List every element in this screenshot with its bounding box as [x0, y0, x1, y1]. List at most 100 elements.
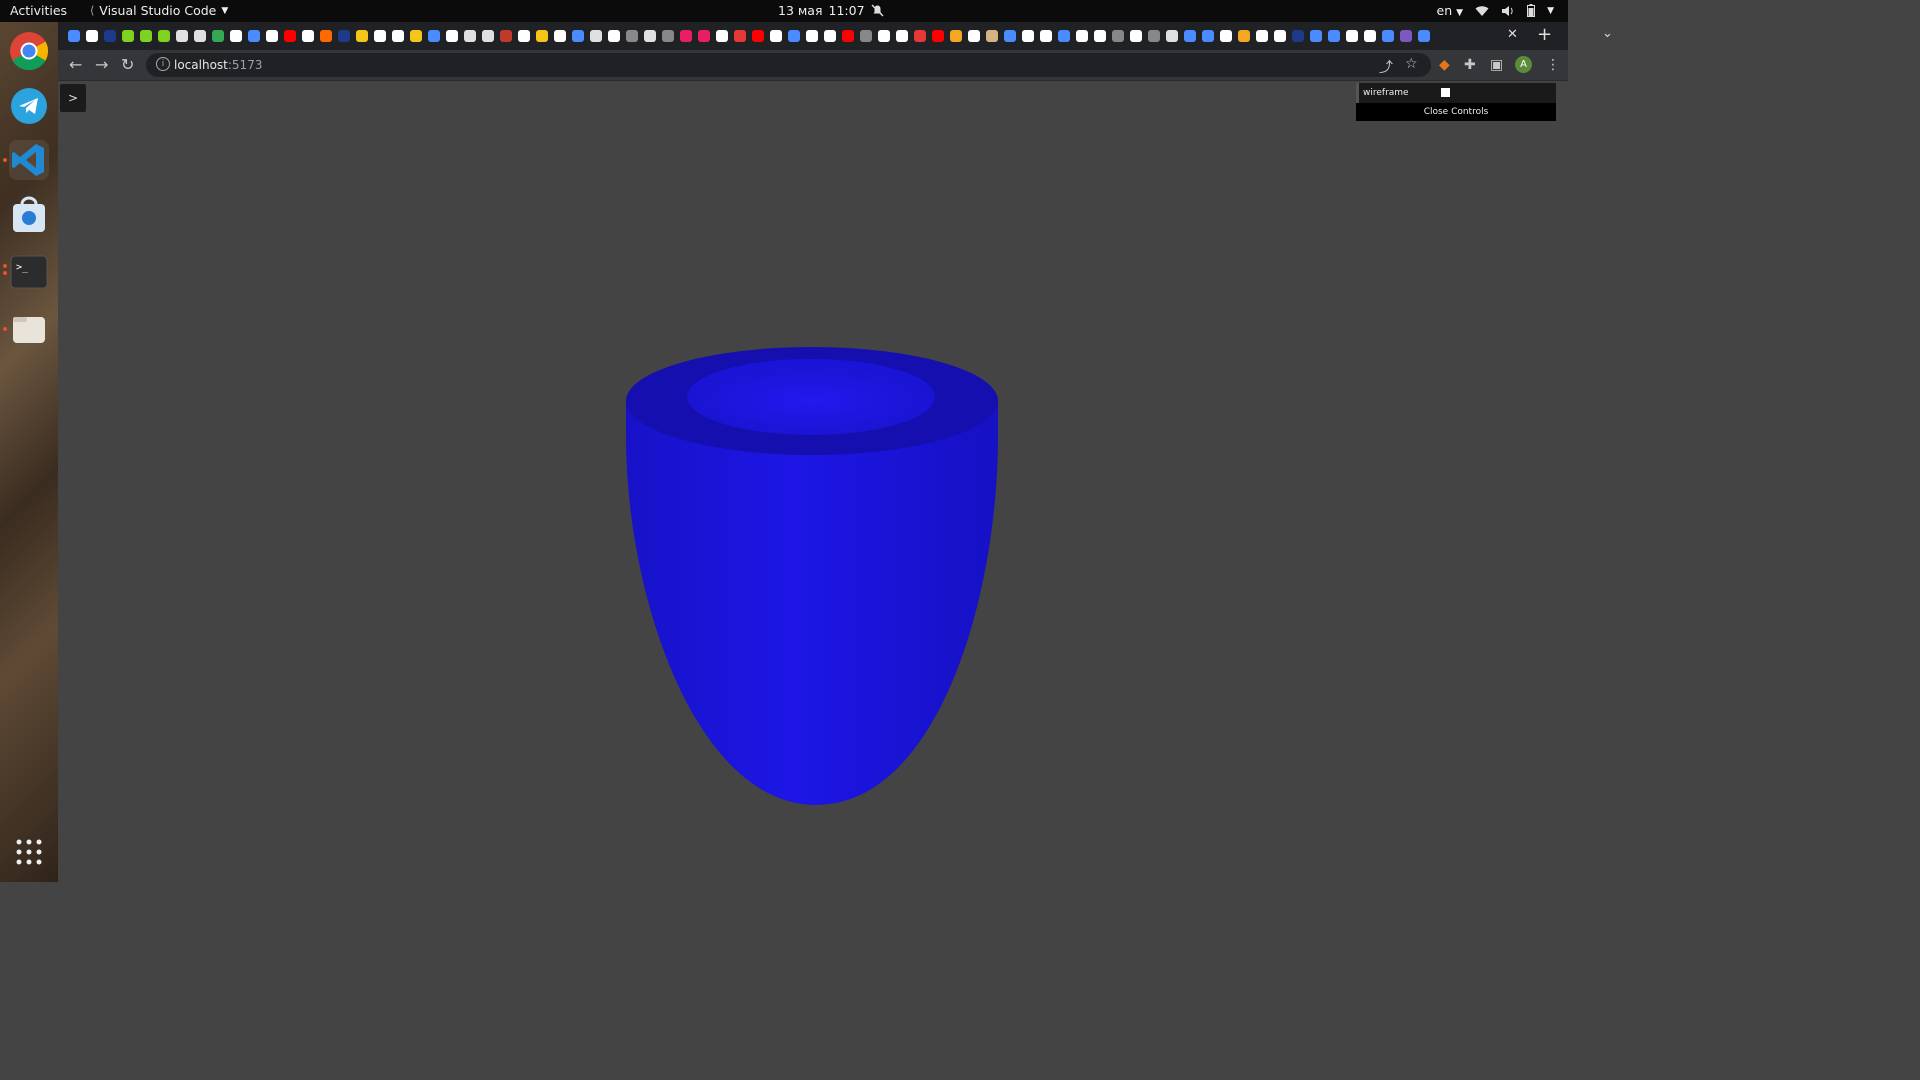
software-store-icon[interactable]	[9, 196, 49, 236]
pinned-tab-favicon[interactable]	[1418, 30, 1430, 42]
pinned-tab-favicon[interactable]	[842, 30, 854, 42]
profile-avatar[interactable]: A	[1515, 56, 1532, 73]
pinned-tab-favicon[interactable]	[392, 30, 404, 42]
pinned-tab-favicon[interactable]	[788, 30, 800, 42]
files-icon[interactable]	[9, 309, 49, 349]
wireframe-checkbox[interactable]	[1441, 88, 1450, 97]
pinned-tab-favicon[interactable]	[1130, 30, 1142, 42]
threejs-canvas[interactable]	[58, 81, 1568, 882]
pinned-tab-favicon[interactable]	[1382, 30, 1394, 42]
pinned-tab-favicon[interactable]	[572, 30, 584, 42]
pinned-tab-favicon[interactable]	[410, 30, 422, 42]
chrome-icon[interactable]	[9, 31, 49, 71]
pinned-tab-favicon[interactable]	[446, 30, 458, 42]
menu-kebab-icon[interactable]: ⋮	[1546, 57, 1560, 73]
pinned-tab-favicon[interactable]	[464, 30, 476, 42]
activities-button[interactable]: Activities	[10, 3, 67, 18]
pinned-tab-favicon[interactable]	[1346, 30, 1358, 42]
pinned-tab-favicon[interactable]	[806, 30, 818, 42]
pinned-tab-favicon[interactable]	[1328, 30, 1340, 42]
pinned-tab-favicon[interactable]	[1040, 30, 1052, 42]
pinned-tab-favicon[interactable]	[1184, 30, 1196, 42]
pinned-tab-favicon[interactable]	[734, 30, 746, 42]
side-panel-icon[interactable]: ▣	[1490, 57, 1503, 73]
pinned-tab-favicon[interactable]	[140, 30, 152, 42]
new-tab-button[interactable]: +	[1537, 24, 1552, 45]
reload-button[interactable]: ↻	[121, 55, 134, 74]
pinned-tab-favicon[interactable]	[590, 30, 602, 42]
pinned-tab-favicon[interactable]	[500, 30, 512, 42]
pinned-tab-favicon[interactable]	[212, 30, 224, 42]
pinned-tab-favicon[interactable]	[158, 30, 170, 42]
pinned-tab-favicon[interactable]	[1202, 30, 1214, 42]
back-button[interactable]: ←	[69, 55, 82, 74]
pinned-tab-favicon[interactable]	[1238, 30, 1250, 42]
pinned-tab-favicon[interactable]	[194, 30, 206, 42]
pinned-tab-favicon[interactable]	[1076, 30, 1088, 42]
pinned-tab-favicon[interactable]	[932, 30, 944, 42]
pinned-tab-favicon[interactable]	[176, 30, 188, 42]
pinned-tab-favicon[interactable]	[104, 30, 116, 42]
pinned-tab-favicon[interactable]	[338, 30, 350, 42]
close-tab-icon[interactable]: ✕	[1507, 27, 1518, 42]
bookmark-star-icon[interactable]: ☆	[1405, 56, 1418, 72]
pinned-tab-favicon[interactable]	[356, 30, 368, 42]
pinned-tab-favicon[interactable]	[1400, 30, 1412, 42]
pinned-tab-favicon[interactable]	[1364, 30, 1376, 42]
pinned-tab-favicon[interactable]	[1310, 30, 1322, 42]
app-grid-icon[interactable]	[9, 832, 49, 872]
pinned-tab-favicon[interactable]	[554, 30, 566, 42]
pinned-tab-favicon[interactable]	[374, 30, 386, 42]
tab-search-chevron-icon[interactable]: ⌄	[1602, 26, 1613, 41]
pinned-tab-favicon[interactable]	[248, 30, 260, 42]
language-indicator[interactable]: en ▼	[1437, 3, 1464, 18]
pinned-tab-favicon[interactable]	[662, 30, 674, 42]
pinned-tab-favicon[interactable]	[1292, 30, 1304, 42]
system-tray[interactable]: en ▼ ▼	[1437, 3, 1554, 18]
pinned-tab-favicon[interactable]	[914, 30, 926, 42]
pinned-tab-favicon[interactable]	[860, 30, 872, 42]
pinned-tab-favicon[interactable]	[1058, 30, 1070, 42]
extensions-icon[interactable]: ✚	[1464, 57, 1476, 73]
pinned-tab-favicon[interactable]	[1022, 30, 1034, 42]
pinned-tab-favicon[interactable]	[1094, 30, 1106, 42]
pinned-tab-favicon[interactable]	[122, 30, 134, 42]
pinned-tab-favicon[interactable]	[1004, 30, 1016, 42]
pinned-tab-favicon[interactable]	[1166, 30, 1178, 42]
pinned-tab-favicon[interactable]	[824, 30, 836, 42]
pinned-tab-favicon[interactable]	[896, 30, 908, 42]
pinned-tab-favicon[interactable]	[230, 30, 242, 42]
pinned-tab-favicon[interactable]	[1274, 30, 1286, 42]
pinned-tab-favicon[interactable]	[644, 30, 656, 42]
site-info-icon[interactable]: i	[156, 57, 170, 71]
pinned-tab-favicon[interactable]	[752, 30, 764, 42]
pinned-tab-favicon[interactable]	[698, 30, 710, 42]
pinned-tab-favicon[interactable]	[1220, 30, 1232, 42]
pinned-tab-favicon[interactable]	[1148, 30, 1160, 42]
pinned-tab-favicon[interactable]	[770, 30, 782, 42]
clock[interactable]: 13 мая 11:07	[778, 3, 884, 18]
app-menu[interactable]: ⟨ Visual Studio Code ▼	[90, 3, 228, 18]
pinned-tab-favicon[interactable]	[716, 30, 728, 42]
pinned-tab-favicon[interactable]	[986, 30, 998, 42]
pinned-tab-favicon[interactable]	[1112, 30, 1124, 42]
wireframe-row[interactable]: wireframe	[1356, 83, 1556, 103]
pinned-tab-favicon[interactable]	[68, 30, 80, 42]
terminal-icon[interactable]: >_	[9, 252, 49, 292]
pinned-tab-favicon[interactable]	[428, 30, 440, 42]
telegram-icon[interactable]	[9, 86, 49, 126]
pinned-tab-favicon[interactable]	[1256, 30, 1268, 42]
pinned-tab-favicon[interactable]	[536, 30, 548, 42]
pinned-tab-favicon[interactable]	[626, 30, 638, 42]
forward-button[interactable]: →	[95, 55, 108, 74]
pinned-tab-favicon[interactable]	[968, 30, 980, 42]
pinned-tab-favicon[interactable]	[608, 30, 620, 42]
share-icon[interactable]: ⤴	[1379, 57, 1393, 77]
metamask-extension-icon[interactable]: ◆	[1439, 57, 1450, 73]
close-controls-button[interactable]: Close Controls	[1356, 103, 1556, 121]
pinned-tab-favicon[interactable]	[302, 30, 314, 42]
pinned-tab-favicon[interactable]	[320, 30, 332, 42]
pinned-tab-favicon[interactable]	[482, 30, 494, 42]
vscode-icon[interactable]	[9, 140, 49, 180]
address-bar[interactable]: i localhost:5173 ⤴ ☆	[146, 53, 1431, 77]
